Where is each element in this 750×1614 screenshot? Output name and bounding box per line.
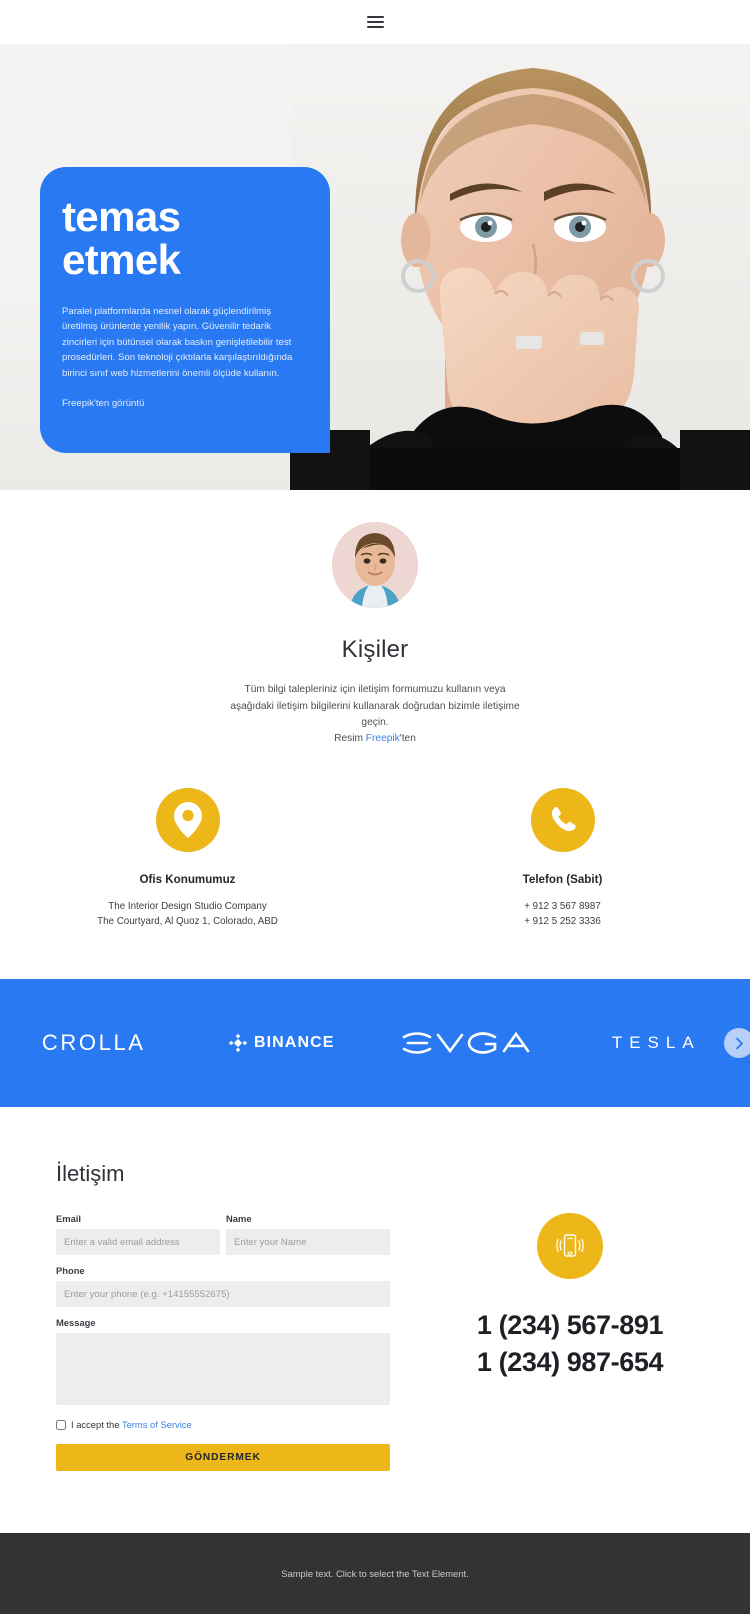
carousel-next-button[interactable] xyxy=(724,1028,750,1058)
contact-card-lines: + 912 3 567 8987 + 912 5 252 3336 xyxy=(375,899,750,930)
hero-title: temas etmek xyxy=(62,195,304,282)
woman-portrait-illustration xyxy=(290,44,750,490)
freepik-link[interactable]: Freepik xyxy=(366,733,400,744)
terms-row: I accept the Terms of Service xyxy=(56,1419,390,1430)
crolla-logo: CROLLA xyxy=(42,1030,146,1056)
hamburger-bar xyxy=(367,21,384,23)
chevron-right-icon xyxy=(733,1037,746,1050)
mobile-vibrate-glyph xyxy=(552,1228,588,1264)
binance-diamond-icon xyxy=(228,1033,248,1053)
phone-field-group: Phone xyxy=(56,1265,390,1307)
phone-handset-glyph xyxy=(547,804,579,836)
brand-logo-tesla[interactable]: TESLA xyxy=(563,1033,750,1053)
contacts-section: Kişiler Tüm bilgi talepleriniz için ilet… xyxy=(0,490,750,979)
contact-card-line-1: The Interior Design Studio Company xyxy=(0,899,375,914)
contact-card-lines: The Interior Design Studio Company The C… xyxy=(0,899,375,930)
hamburger-bar xyxy=(367,16,384,18)
contact-card-phone: Telefon (Sabit) + 912 3 567 8987 + 912 5… xyxy=(375,788,750,930)
location-pin-icon xyxy=(156,788,220,852)
avatar xyxy=(332,522,418,608)
contact-card-title: Ofis Konumumuz xyxy=(0,873,375,886)
display-phone-1: 1 (234) 567-891 xyxy=(390,1307,750,1344)
message-textarea[interactable] xyxy=(56,1333,390,1405)
message-label: Message xyxy=(56,1317,390,1328)
phone-input[interactable] xyxy=(56,1281,390,1307)
hamburger-bar xyxy=(367,26,384,28)
binance-wordmark: BINANCE xyxy=(254,1034,335,1052)
footer: Sample text. Click to select the Text El… xyxy=(0,1533,750,1614)
contact-card-office: Ofis Konumumuz The Interior Design Studi… xyxy=(0,788,375,930)
form-row-email-name: Email Name xyxy=(56,1213,390,1255)
contact-form-section: İletişim Email Name Phone Message xyxy=(0,1107,750,1533)
hamburger-menu-icon[interactable] xyxy=(367,16,384,29)
hero-photo xyxy=(290,44,750,490)
terms-prefix: I accept the xyxy=(71,1419,122,1430)
phone-label: Phone xyxy=(56,1265,390,1276)
page-root: temas etmek Paralel platformlarda nesnel… xyxy=(0,0,750,1614)
credit-suffix: 'ten xyxy=(400,733,416,744)
contact-phone-panel: 1 (234) 567-891 1 (234) 987-654 xyxy=(390,1161,750,1471)
mobile-vibrate-icon xyxy=(537,1213,603,1279)
name-label: Name xyxy=(226,1213,390,1224)
contact-card-line-2: The Courtyard, Al Quoz 1, Colorado, ABD xyxy=(0,914,375,929)
terms-text: I accept the Terms of Service xyxy=(71,1419,192,1430)
contact-form: İletişim Email Name Phone Message xyxy=(0,1161,390,1471)
footer-text: Sample text. Click to select the Text El… xyxy=(281,1568,468,1579)
hero-section: temas etmek Paralel platformlarda nesnel… xyxy=(0,44,750,490)
hero-credit-text: Freepik'ten görüntü xyxy=(62,397,304,411)
display-phone-2: 1 (234) 987-654 xyxy=(390,1344,750,1381)
contacts-heading: Kişiler xyxy=(0,636,750,664)
binance-logo: BINANCE xyxy=(228,1033,335,1053)
top-bar xyxy=(0,0,750,44)
hero-body-text: Paralel platformlarda nesnel olarak güçl… xyxy=(62,304,304,382)
brand-carousel: CROLLA BINANCE xyxy=(0,979,750,1107)
terms-of-service-link[interactable]: Terms of Service xyxy=(122,1419,192,1430)
contact-card-line-2: + 912 5 252 3336 xyxy=(375,914,750,929)
credit-prefix: Resim xyxy=(334,733,366,744)
email-label: Email xyxy=(56,1213,220,1224)
form-title: İletişim xyxy=(56,1161,390,1187)
contact-card-line-1: + 912 3 567 8987 xyxy=(375,899,750,914)
tesla-logo: TESLA xyxy=(612,1033,701,1053)
hero-title-line-2: etmek xyxy=(62,238,304,281)
name-field-group: Name xyxy=(226,1213,390,1255)
contacts-credit: Resim Freepik'ten xyxy=(0,733,750,744)
terms-checkbox[interactable] xyxy=(56,1420,66,1430)
hero-card: temas etmek Paralel platformlarda nesnel… xyxy=(40,167,330,453)
message-field-group: Message xyxy=(56,1317,390,1410)
contact-info-row: Ofis Konumumuz The Interior Design Studi… xyxy=(0,788,750,980)
brand-logo-evga[interactable] xyxy=(375,1028,563,1058)
name-input[interactable] xyxy=(226,1229,390,1255)
brand-logo-binance[interactable]: BINANCE xyxy=(188,1033,376,1053)
hero-title-line-1: temas xyxy=(62,195,304,238)
person-avatar-illustration xyxy=(332,522,418,608)
email-field-group: Email xyxy=(56,1213,220,1255)
contacts-description: Tüm bilgi talepleriniz için iletişim for… xyxy=(229,682,521,732)
email-input[interactable] xyxy=(56,1229,220,1255)
evga-logo xyxy=(400,1028,538,1058)
brand-logo-crolla[interactable]: CROLLA xyxy=(0,1030,188,1056)
location-pin-glyph xyxy=(173,801,203,839)
contact-card-title: Telefon (Sabit) xyxy=(375,873,750,886)
phone-handset-icon xyxy=(531,788,595,852)
submit-button[interactable]: GÖNDERMEK xyxy=(56,1444,390,1471)
